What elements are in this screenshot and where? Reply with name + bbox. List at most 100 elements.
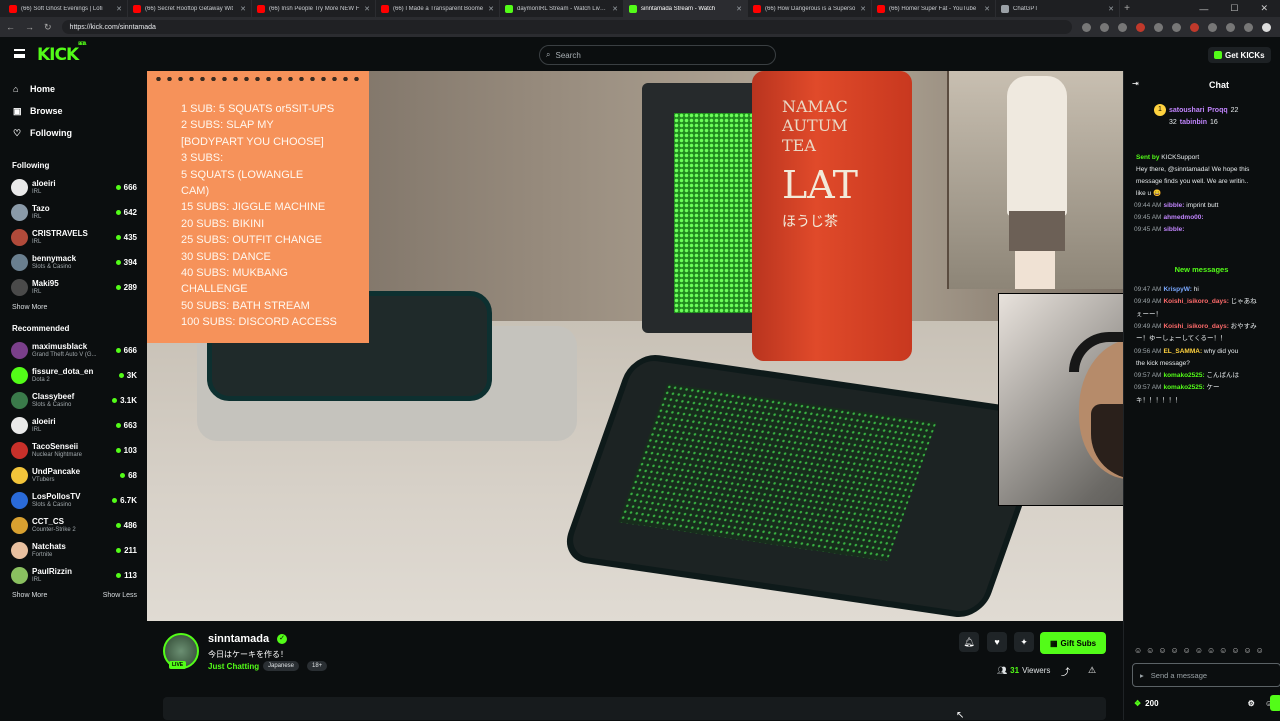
browser-tab[interactable]: (66) How Dangerous is a Superso ✕ [748,0,872,17]
extension-icon[interactable] [1153,22,1163,32]
url-field[interactable]: https://kick.com/sinntamada [61,20,1072,34]
chat-message: 09:44 AM sibble: imprint butt [1134,201,1280,210]
minimize-icon[interactable]: — [1199,4,1208,14]
sidebar-channel[interactable]: Natchats Fortnite 211 [0,538,147,563]
back-icon[interactable]: ← [6,22,15,32]
show-more-button[interactable]: Show More [12,592,47,599]
sidebar-channel[interactable]: CRISTRAVELS IRL 435 [0,225,147,250]
avatar [11,492,28,509]
new-tab-button[interactable]: + [1120,3,1134,14]
sidebar-channel[interactable]: bennymack Slots & Casino 394 [0,250,147,275]
show-less-button[interactable]: Show Less [103,592,137,599]
browser-tab[interactable]: ChatGPT ✕ [996,0,1120,17]
show-more-following[interactable]: Show More [0,300,147,314]
chat-text: キ！！！！！！ [1136,396,1182,404]
tag-age[interactable]: 18+ [307,661,328,671]
tab-close-icon[interactable]: ✕ [364,5,370,13]
tab-close-icon[interactable]: ✕ [488,5,494,13]
video-player[interactable]: NAMAC AUTUM TEA LAT ほうじ茶 1 SUB: 5 SQUATS… [147,71,1123,621]
chat-username[interactable]: komako2525: [1163,372,1204,379]
send-button[interactable] [1270,695,1280,711]
sidebar-channel[interactable]: PaulRizzin IRL 113 [0,563,147,588]
extension-icon[interactable] [1171,22,1181,32]
sidebar-channel[interactable]: maximusblack Grand Theft Auto V (G... 666 [0,338,147,363]
browser-tab[interactable]: (66) Soft Ghost Evenings | Lofi ✕ [4,0,128,17]
extensions-area [1081,22,1271,32]
browser-tab[interactable]: (66) Homer Super Fat - YouTube ✕ [872,0,996,17]
reload-icon[interactable]: ↻ [44,22,52,33]
chat-text: おやすみ [1230,322,1257,330]
share-icon[interactable] [1099,22,1109,32]
browser-tab[interactable]: (66) Irish People Try More NEW F ✕ [252,0,376,17]
browser-tab[interactable]: (66) Secret Rooftop Getaway Wit ✕ [128,0,252,17]
kick-logo[interactable]: KICKBETA [37,41,86,65]
chat-input[interactable]: ▸ Send a message [1132,663,1280,687]
tag-language[interactable]: Japanese [263,661,300,671]
browser-tab[interactable]: sinntamada Stream - Watch ✕ [624,0,748,17]
sidebar-channel[interactable]: aloeiri IRL 666 [0,175,147,200]
chat-username[interactable]: Sent by [1136,154,1159,161]
sidebar-channel[interactable]: Classybeef Slots & Casino 3.1K [0,388,147,413]
extension-icon[interactable] [1225,22,1235,32]
sidebar-nav-browse[interactable]: ▣ Browse [0,100,147,122]
search-input[interactable]: ⌕ Search [539,45,776,65]
extension-icon[interactable] [1135,22,1145,32]
notification-bell-icon[interactable]: 🔔︎ [959,632,979,652]
chat-username[interactable]: komako2525: [1163,384,1204,391]
tab-close-icon[interactable]: ✕ [860,5,866,13]
bookmark-icon[interactable] [1117,22,1127,32]
gift-subs-button[interactable]: ▦ Gift Subs [1040,632,1106,654]
tab-close-icon[interactable]: ✕ [612,5,618,13]
tab-close-icon[interactable]: ✕ [1108,5,1114,13]
sidebar-nav-following[interactable]: ♡ Following [0,122,147,144]
browser-tab[interactable]: daymonIRL Stream - Watch Live o ✕ [500,0,624,17]
settings-icon[interactable]: ⚙ [1248,699,1255,708]
channel-name[interactable]: sinntamada [208,633,269,645]
menu-icon[interactable] [14,49,25,58]
chat-username[interactable]: ahmedmo00: [1163,214,1203,221]
tab-close-icon[interactable]: ✕ [736,5,742,13]
channel-name: LosPollosTV [32,492,81,501]
avatar [11,229,28,246]
chat-username[interactable]: Koishi_isikoro_days: [1163,323,1228,330]
share-icon[interactable]: ⤴ [1061,665,1070,678]
sidebar-nav-home[interactable]: ⌂ Home [0,78,147,100]
sub-goal-line: CAM) [181,185,210,198]
sidebar-channel[interactable]: TacoSenseii Nuclear Nightmare 103 [0,438,147,463]
maximize-icon[interactable]: ☐ [1230,3,1238,14]
extension-icon[interactable] [1243,22,1253,32]
browser-tab[interactable]: (66) I Made a Transparent Boome ✕ [376,0,500,17]
tab-label: (66) Soft Ghost Evenings | Lofi [21,5,103,12]
follow-heart-icon[interactable]: ♥ [987,632,1007,652]
new-messages-banner[interactable]: New messages [1123,265,1280,274]
tab-close-icon[interactable]: ✕ [984,5,990,13]
sidebar-channel[interactable]: aloeiri IRL 663 [0,413,147,438]
sidebar-channel[interactable]: CCT_CS Counter-Strike 2 486 [0,513,147,538]
chat-username[interactable]: sibble: [1163,226,1184,233]
extension-icon[interactable] [1189,22,1199,32]
sidebar-channel[interactable]: LosPollosTV Slots & Casino 6.7K [0,488,147,513]
tab-close-icon[interactable]: ✕ [240,5,246,13]
sidebar-channel[interactable]: fissure_dota_en Dota 2 3K [0,363,147,388]
close-window-icon[interactable]: ✕ [1260,3,1268,14]
sidebar-channel[interactable]: Tazo IRL 642 [0,200,147,225]
chat-username[interactable]: EL_SAMMA: [1163,348,1202,355]
avatar [11,279,28,296]
sidebar-channel[interactable]: Maki95 IRL 289 [0,275,147,300]
chat-username[interactable]: KrispyW: [1163,286,1191,293]
recommended-section-title: Recommended [12,323,70,333]
chat-username[interactable]: sibble: [1163,202,1184,209]
chat-username[interactable]: Koishi_isikoro_days: [1163,298,1228,305]
chat-settings-icon[interactable]: ▸ [1140,671,1144,680]
extension-icon[interactable] [1207,22,1217,32]
channel-category: Slots & Casino [32,401,72,408]
report-icon[interactable]: ⚠ [1088,665,1096,676]
zoom-icon[interactable] [1081,22,1091,32]
forward-icon[interactable]: → [25,22,34,32]
stream-category[interactable]: Just Chatting [208,662,259,671]
get-kicks-button[interactable]: Get KICKs [1208,47,1271,63]
pin-icon[interactable]: ✦ [1014,632,1034,652]
profile-avatar[interactable] [1261,22,1271,32]
tab-close-icon[interactable]: ✕ [116,5,122,13]
sidebar-channel[interactable]: UndPancake VTubers 68 [0,463,147,488]
